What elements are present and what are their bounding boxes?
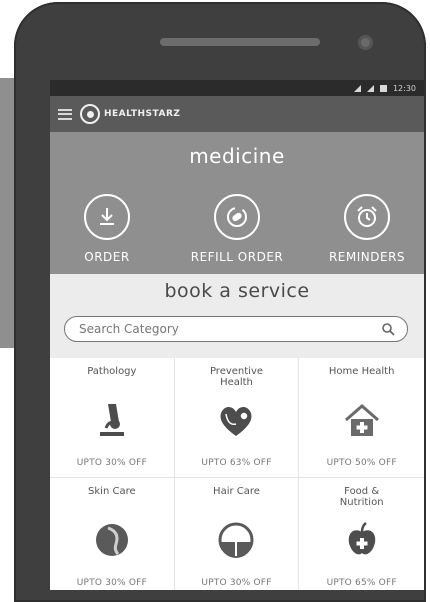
service-offer: UPTO 63% OFF [201, 458, 272, 468]
service-preventive-health[interactable]: Preventive Health UPTO 63% OFF [174, 358, 300, 478]
microscope-icon [99, 404, 124, 436]
phone-frame: 12:30 HEALTHSTARZ medicine ORDER REFILL … [14, 2, 426, 602]
app-bar: HEALTHSTARZ [50, 96, 424, 132]
hair-care-icon [218, 522, 254, 558]
app-screen: 12:30 HEALTHSTARZ medicine ORDER REFILL … [50, 80, 424, 590]
service-grid: Pathology UPTO 30% OFF Preventive Health… [50, 358, 424, 590]
service-food-nutrition[interactable]: Food & Nutrition UPTO 65% OFF [299, 478, 424, 590]
refill-order-label: REFILL ORDER [190, 250, 284, 264]
service-name: Pathology [87, 366, 137, 377]
status-bar: 12:30 [50, 80, 424, 96]
reminders-button[interactable]: REMINDERS [312, 194, 422, 264]
service-name: Home Health [328, 366, 395, 377]
service-offer: UPTO 30% OFF [201, 578, 272, 588]
order-button[interactable]: ORDER [52, 194, 162, 264]
service-name: Hair Care [213, 486, 260, 497]
home-health-icon [344, 404, 379, 436]
search-box[interactable] [64, 316, 408, 342]
download-icon [84, 194, 130, 240]
logo-text: HEALTHSTARZ [104, 109, 181, 119]
heart-stethoscope-icon [221, 406, 252, 436]
service-offer: UPTO 65% OFF [326, 578, 397, 588]
apple-nutrition-icon [348, 522, 375, 555]
skin-care-icon [95, 524, 128, 556]
battery-icon [379, 84, 387, 92]
phone-camera [358, 35, 373, 50]
search-icon[interactable] [381, 322, 395, 336]
service-offer: UPTO 30% OFF [76, 578, 147, 588]
wifi-icon [366, 84, 374, 92]
service-pathology[interactable]: Pathology UPTO 30% OFF [50, 358, 175, 478]
search-input[interactable] [77, 321, 381, 337]
status-time: 12:30 [392, 83, 416, 93]
service-name: Skin Care [88, 486, 136, 497]
service-name: Preventive Health [209, 366, 264, 388]
service-offer: UPTO 30% OFF [76, 458, 147, 468]
medicine-title: medicine [189, 144, 285, 168]
service-skin-care[interactable]: Skin Care UPTO 30% OFF [50, 478, 175, 590]
refill-icon [214, 194, 260, 240]
phone-speaker [160, 38, 320, 46]
reminders-label: REMINDERS [328, 250, 406, 264]
order-label: ORDER [84, 250, 130, 264]
service-offer: UPTO 50% OFF [326, 458, 397, 468]
signal-icon [353, 84, 361, 92]
logo-icon [80, 104, 100, 124]
medicine-panel: medicine ORDER REFILL ORDER REMINDERS [50, 132, 424, 274]
service-home-health[interactable]: Home Health UPTO 50% OFF [299, 358, 424, 478]
service-panel: book a service [50, 274, 424, 358]
service-title: book a service [164, 280, 310, 302]
service-hair-care[interactable]: Hair Care UPTO 30% OFF [175, 478, 300, 590]
refill-order-button[interactable]: REFILL ORDER [182, 194, 292, 264]
alarm-clock-icon [344, 194, 390, 240]
service-name: Food & Nutrition [339, 486, 384, 508]
menu-icon[interactable] [58, 108, 72, 120]
